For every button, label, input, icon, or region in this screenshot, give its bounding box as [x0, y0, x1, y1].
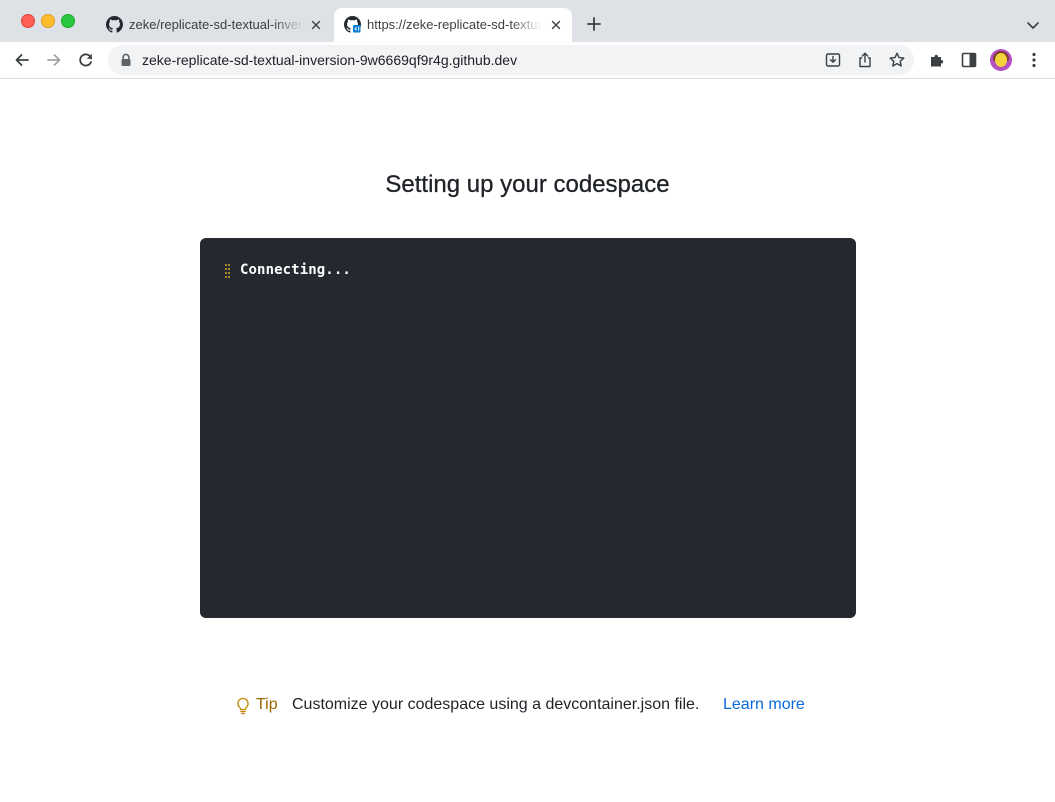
new-tab-icon[interactable]	[585, 15, 603, 33]
back-icon[interactable]	[13, 51, 31, 69]
braille-spinner-icon	[225, 264, 231, 278]
window-close-button[interactable]	[21, 14, 35, 28]
side-panel-icon[interactable]	[960, 51, 978, 69]
learn-more-link[interactable]: Learn more	[723, 696, 805, 714]
lightbulb-icon	[237, 697, 249, 715]
more-menu-icon[interactable]	[1025, 51, 1043, 69]
window-minimize-button[interactable]	[41, 14, 55, 28]
browser-tab-strip: zeke/replicate-sd-textual-inversion http…	[0, 0, 1055, 42]
browser-toolbar: zeke-replicate-sd-textual-inversion-9w66…	[0, 42, 1055, 79]
browser-tab-repo[interactable]: zeke/replicate-sd-textual-inversion	[96, 8, 332, 42]
profile-avatar[interactable]	[990, 49, 1012, 71]
tip-banner: Tip Customize your codespace using a dev…	[0, 695, 1055, 717]
url-text[interactable]: zeke-replicate-sd-textual-inversion-9w66…	[142, 52, 517, 68]
tip-text: Customize your codespace using a devcont…	[292, 696, 700, 713]
tab-title: https://zeke-replicate-sd-textual-invers…	[367, 17, 542, 32]
close-tab-icon[interactable]	[309, 18, 323, 32]
address-bar[interactable]: zeke-replicate-sd-textual-inversion-9w66…	[108, 45, 914, 75]
bookmark-star-icon[interactable]	[888, 51, 906, 69]
github-icon	[106, 16, 123, 33]
codespaces-icon	[344, 16, 361, 33]
terminal-log: Connecting...	[200, 238, 856, 618]
browser-tab-codespace[interactable]: https://zeke-replicate-sd-textual-invers…	[334, 8, 572, 42]
reload-icon[interactable]	[77, 51, 95, 69]
chevron-down-icon[interactable]	[1025, 17, 1041, 33]
page-title: Setting up your codespace	[385, 171, 670, 198]
lock-icon[interactable]	[120, 53, 132, 67]
tip-label: Tip	[256, 696, 278, 713]
terminal-status-text: Connecting...	[240, 262, 351, 278]
extensions-puzzle-icon[interactable]	[928, 51, 946, 69]
share-icon[interactable]	[856, 51, 874, 69]
tab-title: zeke/replicate-sd-textual-inversion	[129, 17, 304, 32]
close-tab-icon[interactable]	[549, 18, 563, 32]
window-maximize-button[interactable]	[61, 14, 75, 28]
install-app-icon[interactable]	[824, 51, 842, 69]
forward-icon[interactable]	[45, 51, 63, 69]
